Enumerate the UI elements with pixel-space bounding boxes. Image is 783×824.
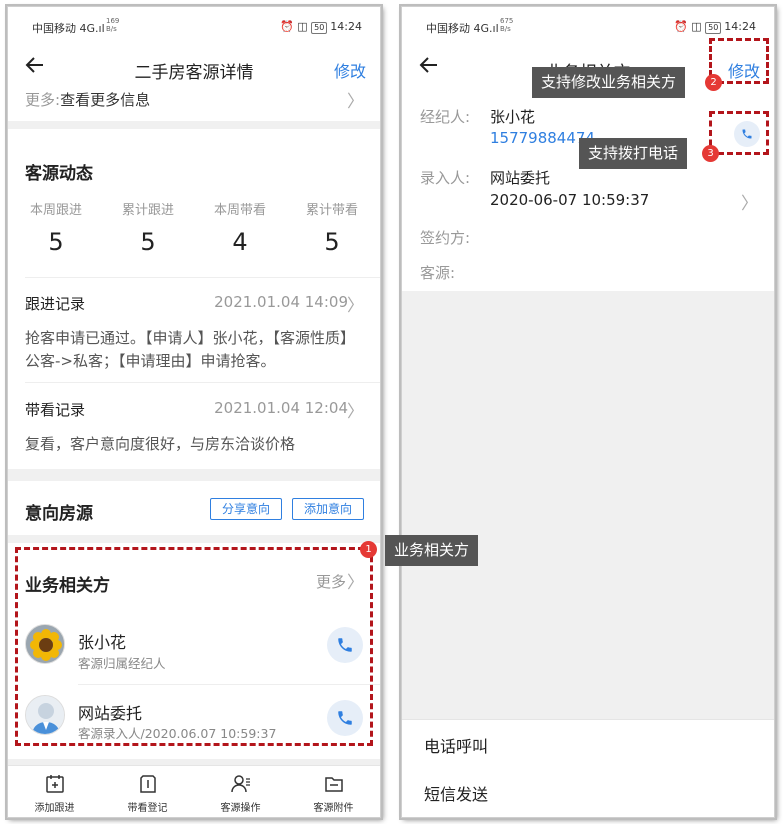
agent-name: 张小花 xyxy=(490,108,536,126)
contact-action-sheet: 电话呼叫 短信发送 xyxy=(402,719,774,817)
share-intent-button[interactable]: 分享意向 xyxy=(210,498,282,520)
follow-record-text: 抢客申请已通过。【申请人】张小花，【客源性质】公客->私客；【申请理由】申请抢客… xyxy=(25,329,356,370)
page-title: 二手房客源详情 xyxy=(134,63,254,83)
bottom-tab-bar: 添加跟进 带看登记 客源操作 客源附件 xyxy=(8,765,380,817)
stat-week-follow: 本周跟进 5 xyxy=(29,203,82,256)
carrier-label: 中国移动 4G.ıl xyxy=(426,22,499,35)
section-title-intent: 意向房源 xyxy=(25,504,93,524)
clock: 14:24 xyxy=(724,20,756,33)
tab-add-follow[interactable]: 添加跟进 xyxy=(8,766,101,817)
phone-call-option[interactable]: 电话呼叫 xyxy=(424,733,488,757)
more-info-row[interactable]: 更多:查看更多信息 〉 xyxy=(8,91,380,121)
status-right: ⏰ ◫ 50 14:24 xyxy=(674,20,756,34)
add-intent-button[interactable]: 添加意向 xyxy=(292,498,364,520)
battery-icon: 50 xyxy=(705,22,722,34)
sms-send-option[interactable]: 短信发送 xyxy=(424,781,488,805)
entry-time: 2020-06-07 10:59:37 xyxy=(490,191,650,209)
tab-client-operation[interactable]: 客源操作 xyxy=(194,766,287,817)
signer-label: 签约方: xyxy=(420,229,471,247)
agent-label: 经纪人: xyxy=(420,108,471,126)
viewing-record-title: 带看记录 xyxy=(25,401,86,419)
network-speed: 675 B/s xyxy=(500,17,514,33)
section-title-dynamics: 客源动态 xyxy=(25,164,93,184)
chevron-right-icon: 〉 xyxy=(347,402,364,422)
client-operation-icon xyxy=(231,775,250,793)
folder-icon xyxy=(325,777,343,792)
follow-record-date: 2021.01.04 14:09 xyxy=(214,293,348,311)
viewing-register-icon xyxy=(140,775,156,793)
nav-bar: 二手房客源详情 修改 xyxy=(8,47,380,91)
tab-client-attachment[interactable]: 客源附件 xyxy=(287,766,380,817)
chevron-right-icon: 〉 xyxy=(741,194,758,214)
source-label: 客源: xyxy=(420,264,456,282)
network-speed: 169 B/s xyxy=(106,17,120,33)
follow-record-title: 跟进记录 xyxy=(25,295,86,313)
chevron-right-icon: 〉 xyxy=(347,296,364,316)
annotation-badge-2: 2 xyxy=(705,74,722,91)
stat-total-follow: 累计跟进 5 xyxy=(121,203,174,256)
add-follow-icon xyxy=(46,775,64,793)
annotation-tooltip-3: 支持拨打电话 xyxy=(579,138,688,169)
more-value: 查看更多信息 xyxy=(60,91,151,109)
annotation-badge-1: 1 xyxy=(360,541,377,558)
divider xyxy=(25,277,380,278)
client-dynamics-card: 客源动态 本周跟进 5 累计跟进 5 本周带看 4 累计带看 5 跟进记录 2021.0… xyxy=(8,129,380,469)
status-right: ⏰ ◫ 50 14:24 xyxy=(280,20,362,34)
divider xyxy=(25,382,380,383)
battery-icon: 50 xyxy=(311,22,328,34)
chevron-right-icon: 〉 xyxy=(347,92,364,112)
annotation-tooltip-2: 支持修改业务相关方 xyxy=(532,67,686,98)
more-label: 更多: xyxy=(25,91,61,109)
edit-button[interactable]: 修改 xyxy=(334,58,366,82)
annotation-badge-3: 3 xyxy=(702,145,719,162)
stat-total-viewing: 累计带看 5 xyxy=(305,203,358,256)
tab-viewing-register[interactable]: 带看登记 xyxy=(101,766,194,817)
annotation-tooltip-1: 业务相关方 xyxy=(385,535,479,566)
clock: 14:24 xyxy=(330,20,362,33)
viewing-record-date: 2021.01.04 12:04 xyxy=(214,399,348,417)
status-bar: 中国移动 4G.ıl 169 B/s ⏰ ◫ 50 14:24 xyxy=(8,7,380,47)
carrier-label: 中国移动 4G.ıl xyxy=(32,22,105,35)
entry-name: 网站委托 xyxy=(490,169,551,187)
highlight-box-call xyxy=(709,111,769,155)
highlight-box-parties xyxy=(15,547,373,746)
stat-week-viewing: 本周带看 4 xyxy=(213,203,266,256)
viewing-record-text: 复看，客户意向度很好，与房东洽谈价格 xyxy=(25,435,296,453)
intent-properties-card: 意向房源 分享意向 添加意向 xyxy=(8,481,380,535)
entry-label: 录入人: xyxy=(420,169,471,187)
